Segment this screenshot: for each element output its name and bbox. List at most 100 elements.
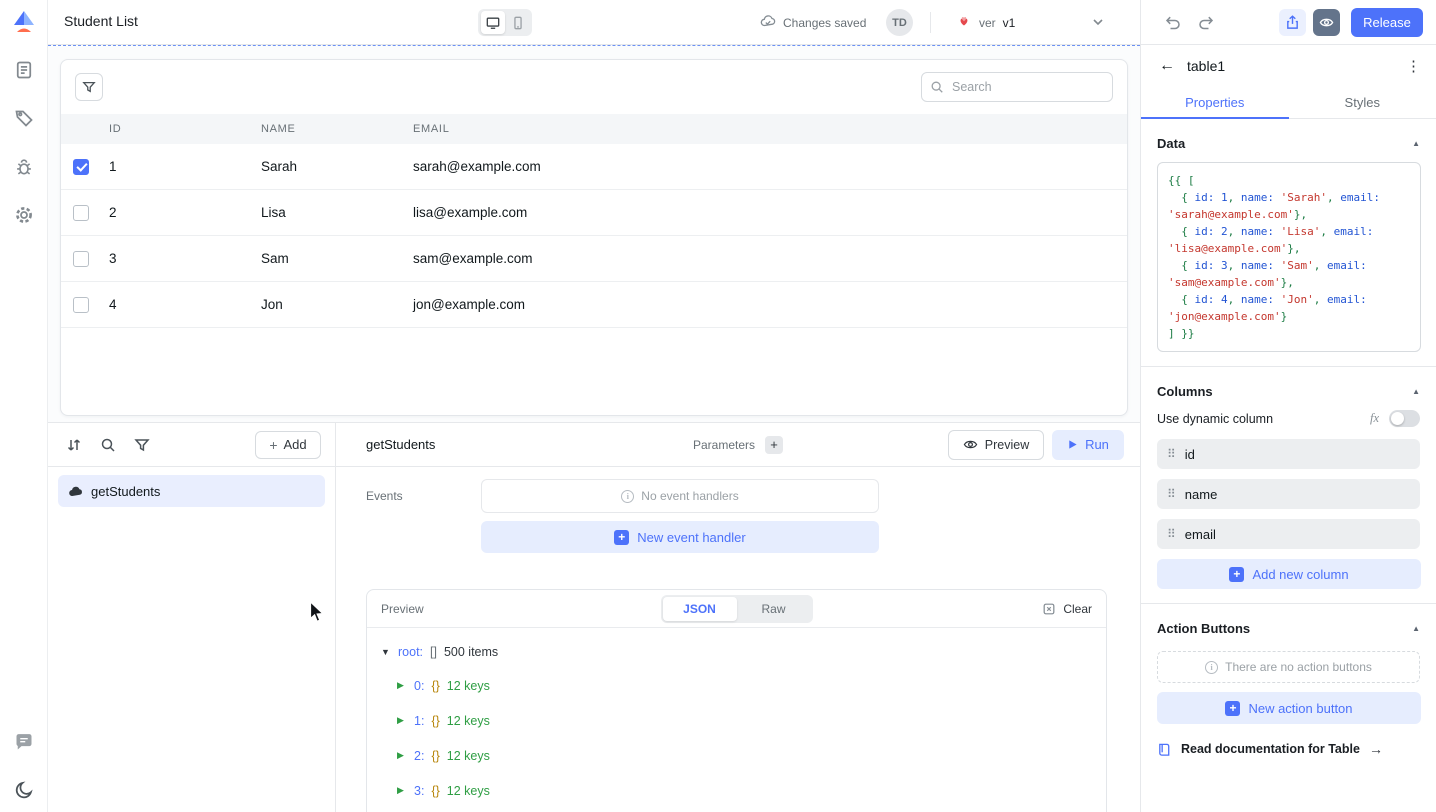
sort-icon[interactable] xyxy=(66,437,82,453)
back-arrow-icon[interactable]: ← xyxy=(1159,57,1175,75)
code-line: ] }} xyxy=(1168,325,1410,342)
row-checkbox[interactable] xyxy=(73,205,89,221)
column-header-name[interactable]: NAME xyxy=(253,123,405,135)
column-chip-label: name xyxy=(1185,487,1218,502)
widget-name: table1 xyxy=(1187,58,1394,74)
tree-item-row[interactable]: ▶ 0: {} 12 keys xyxy=(381,668,1106,703)
tree-root-row[interactable]: ▼ root: [] 500 items xyxy=(381,636,1106,668)
tree-bracket: {} xyxy=(431,679,439,693)
row-checkbox[interactable] xyxy=(73,159,89,175)
query-list-item[interactable]: getStudents xyxy=(58,475,325,507)
column-item[interactable]: ⠿ id xyxy=(1157,439,1420,469)
row-checkbox[interactable] xyxy=(73,297,89,313)
query-item-label: getStudents xyxy=(91,484,160,499)
tab-json[interactable]: JSON xyxy=(663,597,737,621)
tab-raw[interactable]: Raw xyxy=(737,597,811,621)
no-event-handlers-text: No event handlers xyxy=(641,489,738,503)
tree-bracket: {} xyxy=(431,784,439,798)
query-run-button[interactable]: Run xyxy=(1052,430,1124,460)
kebab-menu-icon[interactable]: ⋮ xyxy=(1406,57,1422,75)
row-checkbox[interactable] xyxy=(73,251,89,267)
eye-icon xyxy=(963,437,978,452)
section-title-actions: Action Buttons xyxy=(1157,621,1250,636)
cell-id: 2 xyxy=(101,205,253,220)
tree-caret[interactable]: ▶ xyxy=(397,680,407,691)
query-panel: + Add getStudents getStudents Parameters… xyxy=(48,422,1140,812)
drag-handle-icon[interactable]: ⠿ xyxy=(1167,447,1175,461)
inspector-panel: ← table1 ⋮ Properties Styles Data ▲ {{ [… xyxy=(1140,45,1436,812)
mouse-cursor xyxy=(306,601,326,624)
inspector-icon[interactable] xyxy=(14,108,34,128)
tree-caret[interactable]: ▶ xyxy=(397,785,407,796)
table-row[interactable]: 2 Lisa lisa@example.com xyxy=(61,190,1127,236)
tree-item-row[interactable]: ▶ 1: {} 12 keys xyxy=(381,703,1106,738)
filter-button[interactable] xyxy=(75,73,103,101)
table-row[interactable]: 1 Sarah sarah@example.com xyxy=(61,144,1127,190)
pages-icon[interactable] xyxy=(14,60,34,80)
book-icon xyxy=(1157,742,1172,757)
version-selector[interactable]: ver v1 xyxy=(956,0,1015,45)
drag-handle-icon[interactable]: ⠿ xyxy=(1167,487,1175,501)
column-header-email[interactable]: EMAIL xyxy=(405,123,1127,135)
plus-square-icon: + xyxy=(614,530,629,545)
data-code-editor[interactable]: {{ [ { id: 1, name: 'Sarah', email:'sara… xyxy=(1157,162,1421,352)
search-icon[interactable] xyxy=(100,437,116,453)
share-button[interactable] xyxy=(1279,9,1306,36)
column-item[interactable]: ⠿ name xyxy=(1157,479,1420,509)
tree-key: 1: xyxy=(414,714,424,728)
tree-item-row[interactable]: ▶ 3: {} 12 keys xyxy=(381,773,1106,808)
tree-caret[interactable]: ▼ xyxy=(381,647,391,657)
query-list-panel: + Add getStudents xyxy=(48,423,336,812)
tree-caret[interactable]: ▶ xyxy=(397,715,407,726)
query-editor: getStudents Parameters + Preview Run Eve… xyxy=(336,423,1140,812)
new-action-button[interactable]: + New action button xyxy=(1157,692,1421,724)
undo-icon[interactable] xyxy=(1163,13,1182,32)
add-new-column-button[interactable]: + Add new column xyxy=(1157,559,1421,589)
collapse-caret-icon[interactable]: ▲ xyxy=(1412,387,1420,396)
query-preview-button[interactable]: Preview xyxy=(948,430,1044,460)
column-item[interactable]: ⠿ email xyxy=(1157,519,1420,549)
app-logo[interactable] xyxy=(10,8,38,36)
collapse-caret-icon[interactable]: ▲ xyxy=(1412,139,1420,148)
cell-id: 1 xyxy=(101,159,253,174)
desktop-view-button[interactable] xyxy=(481,11,505,34)
tree-key: 2: xyxy=(414,749,424,763)
tab-styles[interactable]: Styles xyxy=(1289,87,1436,118)
clear-button[interactable]: Clear xyxy=(972,602,1092,616)
documentation-link[interactable]: Read documentation for Table → xyxy=(1141,733,1436,765)
collapse-caret-icon[interactable]: ▲ xyxy=(1412,624,1420,633)
clear-label: Clear xyxy=(1063,602,1092,616)
chat-help-icon[interactable] xyxy=(14,732,34,752)
redo-icon[interactable] xyxy=(1197,13,1216,32)
add-query-button[interactable]: + Add xyxy=(255,431,321,459)
release-button[interactable]: Release xyxy=(1351,8,1423,37)
tree-caret[interactable]: ▶ xyxy=(397,750,407,761)
column-header-id[interactable]: ID xyxy=(101,123,253,135)
play-icon xyxy=(1067,439,1078,450)
drag-handle-icon[interactable]: ⠿ xyxy=(1167,527,1175,541)
mobile-view-button[interactable] xyxy=(506,11,530,34)
settings-icon[interactable] xyxy=(14,205,34,225)
cell-email: lisa@example.com xyxy=(405,205,1127,220)
user-avatar[interactable]: TD xyxy=(886,9,913,36)
dark-mode-icon[interactable] xyxy=(14,780,34,800)
table-row[interactable]: 4 Jon jon@example.com xyxy=(61,282,1127,328)
table-row[interactable]: 3 Sam sam@example.com xyxy=(61,236,1127,282)
fx-icon[interactable]: fx xyxy=(1370,411,1379,426)
filter-icon[interactable] xyxy=(134,437,150,453)
add-parameter-button[interactable]: + xyxy=(765,436,783,454)
tab-properties[interactable]: Properties xyxy=(1141,87,1289,118)
query-list-header: + Add xyxy=(48,423,335,467)
new-event-handler-button[interactable]: + New event handler xyxy=(481,521,879,553)
debugger-icon[interactable] xyxy=(14,157,34,177)
table-body: 1 Sarah sarah@example.com 2 Lisa lisa@ex… xyxy=(61,144,1127,328)
tree-item-row[interactable]: ▶ 2: {} 12 keys xyxy=(381,738,1106,773)
canvas[interactable]: ID NAME EMAIL 1 Sarah sarah@example.com … xyxy=(48,45,1140,422)
table-widget[interactable]: ID NAME EMAIL 1 Sarah sarah@example.com … xyxy=(60,59,1128,416)
chevron-down-icon[interactable] xyxy=(1088,12,1108,32)
no-event-handlers-box: i No event handlers xyxy=(481,479,879,513)
table-search-input[interactable] xyxy=(921,72,1113,102)
cell-email: sam@example.com xyxy=(405,251,1127,266)
dynamic-column-toggle[interactable] xyxy=(1389,410,1420,427)
preview-app-button[interactable] xyxy=(1313,9,1340,36)
